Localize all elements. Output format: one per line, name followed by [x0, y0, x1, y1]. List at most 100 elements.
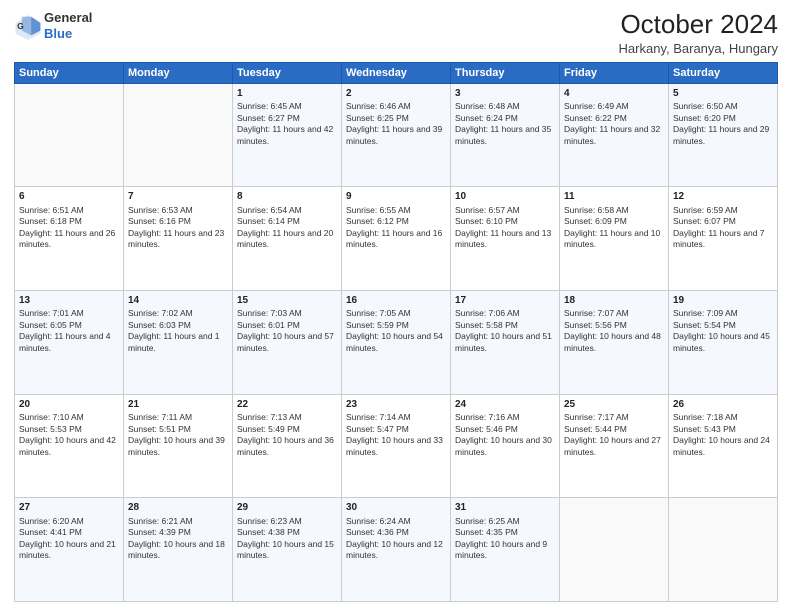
day-number: 17	[455, 294, 555, 308]
calendar-day-cell: 22Sunrise: 7:13 AM Sunset: 5:49 PM Dayli…	[233, 394, 342, 498]
day-number: 21	[128, 398, 228, 412]
day-number: 20	[19, 398, 119, 412]
day-info: Sunrise: 7:05 AM Sunset: 5:59 PM Dayligh…	[346, 308, 446, 354]
day-info: Sunrise: 7:10 AM Sunset: 5:53 PM Dayligh…	[19, 412, 119, 458]
day-number: 19	[673, 294, 773, 308]
day-number: 9	[346, 190, 446, 204]
day-info: Sunrise: 6:24 AM Sunset: 4:36 PM Dayligh…	[346, 516, 446, 562]
day-of-week-header: Wednesday	[342, 62, 451, 83]
calendar-header-row: SundayMondayTuesdayWednesdayThursdayFrid…	[15, 62, 778, 83]
calendar-day-cell	[669, 498, 778, 602]
day-number: 1	[237, 87, 337, 101]
day-number: 18	[564, 294, 664, 308]
calendar-day-cell: 9Sunrise: 6:55 AM Sunset: 6:12 PM Daylig…	[342, 187, 451, 291]
day-number: 23	[346, 398, 446, 412]
day-info: Sunrise: 6:25 AM Sunset: 4:35 PM Dayligh…	[455, 516, 555, 562]
day-info: Sunrise: 6:48 AM Sunset: 6:24 PM Dayligh…	[455, 101, 555, 147]
calendar-day-cell: 18Sunrise: 7:07 AM Sunset: 5:56 PM Dayli…	[560, 290, 669, 394]
calendar-day-cell: 8Sunrise: 6:54 AM Sunset: 6:14 PM Daylig…	[233, 187, 342, 291]
calendar-day-cell: 21Sunrise: 7:11 AM Sunset: 5:51 PM Dayli…	[124, 394, 233, 498]
day-number: 30	[346, 501, 446, 515]
calendar-day-cell: 25Sunrise: 7:17 AM Sunset: 5:44 PM Dayli…	[560, 394, 669, 498]
logo-general: General	[44, 10, 92, 26]
calendar-day-cell: 27Sunrise: 6:20 AM Sunset: 4:41 PM Dayli…	[15, 498, 124, 602]
day-info: Sunrise: 6:57 AM Sunset: 6:10 PM Dayligh…	[455, 205, 555, 251]
day-info: Sunrise: 6:21 AM Sunset: 4:39 PM Dayligh…	[128, 516, 228, 562]
day-info: Sunrise: 6:55 AM Sunset: 6:12 PM Dayligh…	[346, 205, 446, 251]
day-info: Sunrise: 6:20 AM Sunset: 4:41 PM Dayligh…	[19, 516, 119, 562]
day-info: Sunrise: 7:01 AM Sunset: 6:05 PM Dayligh…	[19, 308, 119, 354]
month-year: October 2024	[619, 10, 778, 39]
day-info: Sunrise: 6:45 AM Sunset: 6:27 PM Dayligh…	[237, 101, 337, 147]
day-number: 11	[564, 190, 664, 204]
calendar-day-cell: 10Sunrise: 6:57 AM Sunset: 6:10 PM Dayli…	[451, 187, 560, 291]
calendar-day-cell: 12Sunrise: 6:59 AM Sunset: 6:07 PM Dayli…	[669, 187, 778, 291]
calendar-day-cell: 5Sunrise: 6:50 AM Sunset: 6:20 PM Daylig…	[669, 83, 778, 187]
calendar-day-cell: 26Sunrise: 7:18 AM Sunset: 5:43 PM Dayli…	[669, 394, 778, 498]
day-number: 24	[455, 398, 555, 412]
day-number: 29	[237, 501, 337, 515]
day-info: Sunrise: 7:06 AM Sunset: 5:58 PM Dayligh…	[455, 308, 555, 354]
day-info: Sunrise: 6:59 AM Sunset: 6:07 PM Dayligh…	[673, 205, 773, 251]
day-info: Sunrise: 7:02 AM Sunset: 6:03 PM Dayligh…	[128, 308, 228, 354]
logo-blue: Blue	[44, 26, 92, 42]
day-number: 7	[128, 190, 228, 204]
day-info: Sunrise: 7:14 AM Sunset: 5:47 PM Dayligh…	[346, 412, 446, 458]
day-number: 10	[455, 190, 555, 204]
calendar-day-cell: 7Sunrise: 6:53 AM Sunset: 6:16 PM Daylig…	[124, 187, 233, 291]
day-number: 31	[455, 501, 555, 515]
day-info: Sunrise: 7:03 AM Sunset: 6:01 PM Dayligh…	[237, 308, 337, 354]
day-info: Sunrise: 6:49 AM Sunset: 6:22 PM Dayligh…	[564, 101, 664, 147]
calendar-week-row: 1Sunrise: 6:45 AM Sunset: 6:27 PM Daylig…	[15, 83, 778, 187]
day-of-week-header: Friday	[560, 62, 669, 83]
calendar-day-cell: 11Sunrise: 6:58 AM Sunset: 6:09 PM Dayli…	[560, 187, 669, 291]
page: G General Blue October 2024 Harkany, Bar…	[0, 0, 792, 612]
day-number: 26	[673, 398, 773, 412]
calendar-table: SundayMondayTuesdayWednesdayThursdayFrid…	[14, 62, 778, 602]
location: Harkany, Baranya, Hungary	[619, 41, 778, 56]
day-number: 16	[346, 294, 446, 308]
calendar-week-row: 27Sunrise: 6:20 AM Sunset: 4:41 PM Dayli…	[15, 498, 778, 602]
calendar-day-cell: 14Sunrise: 7:02 AM Sunset: 6:03 PM Dayli…	[124, 290, 233, 394]
logo-icon: G	[14, 12, 42, 40]
calendar-day-cell: 24Sunrise: 7:16 AM Sunset: 5:46 PM Dayli…	[451, 394, 560, 498]
calendar-day-cell: 30Sunrise: 6:24 AM Sunset: 4:36 PM Dayli…	[342, 498, 451, 602]
day-info: Sunrise: 7:11 AM Sunset: 5:51 PM Dayligh…	[128, 412, 228, 458]
day-number: 28	[128, 501, 228, 515]
day-info: Sunrise: 6:50 AM Sunset: 6:20 PM Dayligh…	[673, 101, 773, 147]
calendar-day-cell	[15, 83, 124, 187]
calendar-day-cell: 17Sunrise: 7:06 AM Sunset: 5:58 PM Dayli…	[451, 290, 560, 394]
calendar-day-cell: 20Sunrise: 7:10 AM Sunset: 5:53 PM Dayli…	[15, 394, 124, 498]
calendar-day-cell: 23Sunrise: 7:14 AM Sunset: 5:47 PM Dayli…	[342, 394, 451, 498]
calendar-day-cell: 4Sunrise: 6:49 AM Sunset: 6:22 PM Daylig…	[560, 83, 669, 187]
calendar-day-cell: 13Sunrise: 7:01 AM Sunset: 6:05 PM Dayli…	[15, 290, 124, 394]
day-info: Sunrise: 6:51 AM Sunset: 6:18 PM Dayligh…	[19, 205, 119, 251]
day-info: Sunrise: 6:53 AM Sunset: 6:16 PM Dayligh…	[128, 205, 228, 251]
logo: G General Blue	[14, 10, 92, 41]
day-number: 4	[564, 87, 664, 101]
svg-text:G: G	[17, 21, 24, 31]
day-info: Sunrise: 7:07 AM Sunset: 5:56 PM Dayligh…	[564, 308, 664, 354]
calendar-day-cell: 16Sunrise: 7:05 AM Sunset: 5:59 PM Dayli…	[342, 290, 451, 394]
calendar-day-cell: 29Sunrise: 6:23 AM Sunset: 4:38 PM Dayli…	[233, 498, 342, 602]
day-number: 27	[19, 501, 119, 515]
calendar-day-cell	[560, 498, 669, 602]
day-of-week-header: Sunday	[15, 62, 124, 83]
calendar-week-row: 20Sunrise: 7:10 AM Sunset: 5:53 PM Dayli…	[15, 394, 778, 498]
day-number: 14	[128, 294, 228, 308]
day-info: Sunrise: 6:46 AM Sunset: 6:25 PM Dayligh…	[346, 101, 446, 147]
day-number: 12	[673, 190, 773, 204]
day-number: 6	[19, 190, 119, 204]
calendar-week-row: 6Sunrise: 6:51 AM Sunset: 6:18 PM Daylig…	[15, 187, 778, 291]
title-block: October 2024 Harkany, Baranya, Hungary	[619, 10, 778, 56]
day-of-week-header: Monday	[124, 62, 233, 83]
day-info: Sunrise: 6:54 AM Sunset: 6:14 PM Dayligh…	[237, 205, 337, 251]
day-info: Sunrise: 7:18 AM Sunset: 5:43 PM Dayligh…	[673, 412, 773, 458]
calendar-day-cell	[124, 83, 233, 187]
day-number: 3	[455, 87, 555, 101]
day-of-week-header: Tuesday	[233, 62, 342, 83]
calendar-day-cell: 28Sunrise: 6:21 AM Sunset: 4:39 PM Dayli…	[124, 498, 233, 602]
day-number: 22	[237, 398, 337, 412]
day-number: 8	[237, 190, 337, 204]
day-info: Sunrise: 7:16 AM Sunset: 5:46 PM Dayligh…	[455, 412, 555, 458]
